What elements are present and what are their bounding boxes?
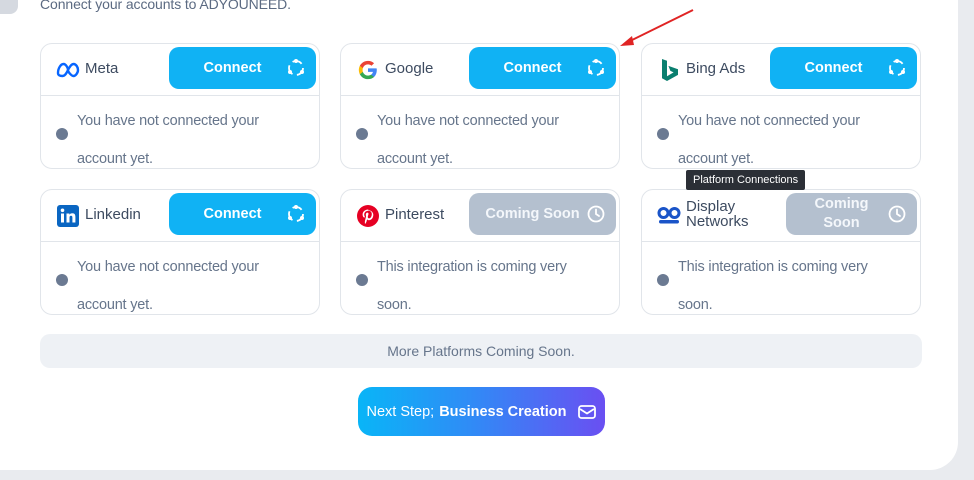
coming-soon-display-networks-button[interactable]: Coming Soon — [786, 193, 917, 235]
card-body: You have not connected your account yet. — [642, 96, 920, 168]
platform-card-linkedin: Linkedin Connect You have not connected … — [40, 189, 320, 315]
corner-tab — [0, 0, 18, 14]
page-subtitle: Connect your accounts to ADYOUNEED. — [40, 0, 291, 12]
next-step-button[interactable]: Next Step; Business Creation — [358, 387, 605, 436]
next-step-prefix: Next Step; — [366, 403, 435, 420]
coming-soon-pinterest-button[interactable]: Coming Soon — [469, 193, 616, 235]
card-header: Bing Ads Connect — [642, 44, 920, 96]
sync-icon — [285, 57, 307, 79]
platform-card-bing: Bing Ads Connect You have not connected … — [641, 43, 921, 169]
connection-status: This integration is coming very soon. — [377, 259, 567, 313]
sync-icon — [585, 57, 607, 79]
platform-card-pinterest: Pinterest Coming Soon This integration i… — [340, 189, 620, 315]
platform-name: Google — [385, 60, 434, 77]
mail-icon — [577, 403, 597, 421]
status-dot — [657, 128, 669, 140]
next-step-target: Business Creation — [439, 403, 567, 420]
platform-name: Linkedin — [85, 206, 141, 223]
card-body: This integration is coming very soon. — [341, 242, 619, 314]
sync-icon — [886, 57, 908, 79]
linkedin-logo-icon — [56, 204, 80, 228]
platform-card-google: Google Connect You have not connected yo… — [340, 43, 620, 169]
display-networks-logo-icon — [657, 204, 681, 228]
card-header: Google Connect — [341, 44, 619, 96]
more-platforms-banner: More Platforms Coming Soon. — [40, 334, 922, 368]
card-header: Meta Connect — [41, 44, 319, 96]
card-body: You have not connected your account yet. — [41, 96, 319, 168]
connect-meta-button[interactable]: Connect — [169, 47, 316, 89]
status-dot — [56, 274, 68, 286]
connection-status: You have not connected your account yet. — [678, 113, 860, 167]
connection-status: You have not connected your account yet. — [77, 259, 259, 313]
status-dot — [356, 128, 368, 140]
meta-logo-icon — [56, 58, 80, 82]
connect-bing-button[interactable]: Connect — [770, 47, 917, 89]
connection-status: You have not connected your account yet. — [77, 113, 259, 167]
platform-card-display-networks: Display Networks Coming Soon This integr… — [641, 189, 921, 315]
connect-google-button[interactable]: Connect — [469, 47, 616, 89]
platform-card-meta: Meta Connect You have not connected your… — [40, 43, 320, 169]
connect-linkedin-button[interactable]: Connect — [169, 193, 316, 235]
card-body: You have not connected your account yet. — [341, 96, 619, 168]
clock-icon — [585, 203, 607, 225]
status-dot — [657, 274, 669, 286]
clock-icon — [886, 203, 908, 225]
pinterest-logo-icon — [356, 204, 380, 228]
platform-name: Meta — [85, 60, 119, 77]
platform-name: Pinterest — [385, 206, 445, 223]
card-header: Display Networks Coming Soon — [642, 190, 920, 242]
platform-name: Bing Ads — [686, 60, 746, 77]
card-header: Linkedin Connect — [41, 190, 319, 242]
card-header: Pinterest Coming Soon — [341, 190, 619, 242]
bing-logo-icon — [657, 58, 681, 82]
card-body: This integration is coming very soon. — [642, 242, 920, 314]
platform-connections-tooltip: Platform Connections — [686, 170, 806, 190]
connection-status: This integration is coming very soon. — [678, 259, 868, 313]
status-dot — [356, 274, 368, 286]
card-body: You have not connected your account yet. — [41, 242, 319, 314]
google-logo-icon — [356, 58, 380, 82]
connection-status: You have not connected your account yet. — [377, 113, 559, 167]
platform-name: Display Networks — [686, 198, 749, 230]
sync-icon — [285, 203, 307, 225]
status-dot — [56, 128, 68, 140]
